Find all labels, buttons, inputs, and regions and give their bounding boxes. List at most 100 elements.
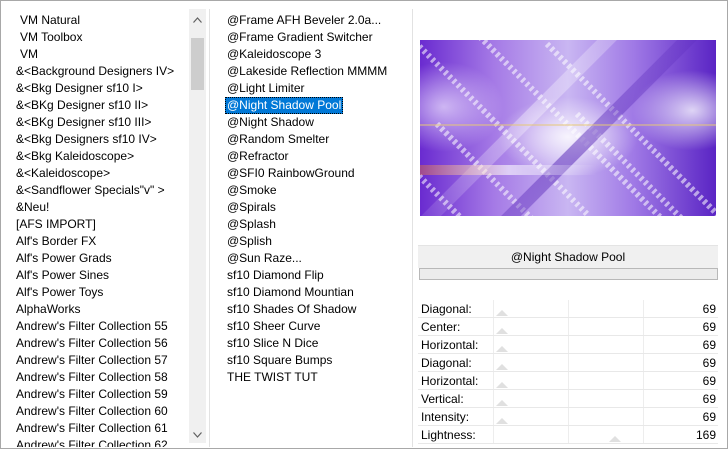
parameter-slider-row[interactable]: Diagonal: 69 bbox=[418, 300, 718, 318]
parameter-slider-row[interactable]: Horizontal: 69 bbox=[418, 336, 718, 354]
category-item[interactable]: &Neu! bbox=[16, 199, 49, 216]
slider-tick bbox=[493, 318, 494, 335]
parameter-slider-row[interactable]: Vertical: 69 bbox=[418, 390, 718, 408]
category-item[interactable]: &<BKg Designer sf10 II> bbox=[16, 97, 148, 114]
filter-item-selected[interactable]: @Night Shadow Pool bbox=[225, 97, 344, 114]
parameter-value: 69 bbox=[702, 302, 716, 316]
slider-thumb[interactable] bbox=[496, 382, 508, 388]
filter-item[interactable]: THE TWIST TUT bbox=[225, 369, 320, 386]
parameter-value: 69 bbox=[702, 374, 716, 388]
parameter-value: 69 bbox=[702, 410, 716, 424]
category-item[interactable]: &<Bkg Kaleidoscope> bbox=[16, 148, 134, 165]
category-item[interactable]: VM Toolbox bbox=[20, 29, 82, 46]
category-item[interactable]: Andrew's Filter Collection 58 bbox=[16, 369, 168, 386]
scroll-up-button[interactable] bbox=[189, 11, 206, 28]
filter-item[interactable]: @Splash bbox=[225, 216, 278, 233]
parameter-slider-row[interactable]: Intensity: 69 bbox=[418, 408, 718, 426]
category-item[interactable]: &<Kaleidoscope> bbox=[16, 165, 110, 182]
slider-tick bbox=[568, 318, 569, 335]
slider-tick bbox=[643, 408, 644, 425]
category-item[interactable]: Alf's Power Sines bbox=[16, 267, 109, 284]
filter-item[interactable]: @Frame Gradient Switcher bbox=[225, 29, 375, 46]
parameter-value: 69 bbox=[702, 338, 716, 352]
category-item[interactable]: Andrew's Filter Collection 62 bbox=[16, 437, 168, 447]
parameter-value: 169 bbox=[695, 428, 716, 442]
filter-item[interactable]: @Night Shadow bbox=[225, 114, 316, 131]
category-item[interactable]: VM bbox=[20, 46, 38, 63]
parameter-label: Diagonal: bbox=[421, 356, 472, 370]
category-scrollbar[interactable] bbox=[189, 9, 206, 443]
scroll-thumb[interactable] bbox=[191, 38, 204, 90]
category-item[interactable]: &<Bkg Designer sf10 I> bbox=[16, 80, 143, 97]
category-item[interactable]: &<BKg Designer sf10 III> bbox=[16, 114, 151, 131]
category-item[interactable]: Andrew's Filter Collection 55 bbox=[16, 318, 168, 335]
filter-list[interactable]: @Frame AFH Beveler 2.0a... @Frame Gradien… bbox=[210, 9, 410, 447]
slider-thumb[interactable] bbox=[496, 364, 508, 370]
slider-thumb[interactable] bbox=[496, 346, 508, 352]
filter-item[interactable]: sf10 Square Bumps bbox=[225, 352, 334, 369]
parameter-slider-row[interactable]: Diagonal: 69 bbox=[418, 354, 718, 372]
slider-tick bbox=[643, 426, 644, 443]
parameter-slider-row[interactable]: Horizontal: 69 bbox=[418, 372, 718, 390]
filter-item[interactable]: @Kaleidoscope 3 bbox=[225, 46, 323, 63]
slider-tick bbox=[643, 390, 644, 407]
parameter-label: Vertical: bbox=[421, 392, 464, 406]
filter-item[interactable]: @Refractor bbox=[225, 148, 291, 165]
filter-item[interactable]: sf10 Sheer Curve bbox=[225, 318, 322, 335]
category-item[interactable]: &<Background Designers IV> bbox=[16, 63, 174, 80]
category-item[interactable]: Andrew's Filter Collection 61 bbox=[16, 420, 168, 437]
slider-tick bbox=[643, 354, 644, 371]
parameter-label: Horizontal: bbox=[421, 338, 479, 352]
scroll-down-button[interactable] bbox=[189, 426, 206, 443]
parameter-label: Diagonal: bbox=[421, 302, 472, 316]
chevron-down-icon bbox=[193, 431, 202, 438]
filter-item[interactable]: sf10 Slice N Dice bbox=[225, 335, 320, 352]
filter-item[interactable]: @Frame AFH Beveler 2.0a... bbox=[225, 12, 383, 29]
category-item[interactable]: AlphaWorks bbox=[16, 301, 80, 318]
slider-thumb[interactable] bbox=[496, 400, 508, 406]
filter-item[interactable]: @Splish bbox=[225, 233, 274, 250]
category-item[interactable]: Alf's Border FX bbox=[16, 233, 96, 250]
slider-tick bbox=[568, 300, 569, 317]
category-item[interactable]: &<Bkg Designers sf10 IV> bbox=[16, 131, 157, 148]
slider-tick bbox=[568, 390, 569, 407]
parameter-value: 69 bbox=[702, 320, 716, 334]
slider-tick bbox=[493, 426, 494, 443]
slider-thumb[interactable] bbox=[496, 328, 508, 334]
category-item[interactable]: &<Sandflower Specials"v" > bbox=[16, 182, 165, 199]
category-item[interactable]: Andrew's Filter Collection 60 bbox=[16, 403, 168, 420]
filter-item[interactable]: sf10 Diamond Mountian bbox=[225, 284, 356, 301]
slider-thumb[interactable] bbox=[496, 418, 508, 424]
filter-item[interactable]: @Lakeside Reflection MMMM bbox=[225, 63, 389, 80]
filter-item[interactable]: sf10 Shades Of Shadow bbox=[225, 301, 358, 318]
filter-item[interactable]: @Smoke bbox=[225, 182, 279, 199]
category-item[interactable]: Alf's Power Grads bbox=[16, 250, 112, 267]
parameter-value: 69 bbox=[702, 392, 716, 406]
slider-thumb[interactable] bbox=[496, 310, 508, 316]
category-item[interactable]: VM Natural bbox=[20, 12, 80, 29]
category-item[interactable]: [AFS IMPORT] bbox=[16, 216, 96, 233]
slider-tick bbox=[568, 372, 569, 389]
slider-thumb[interactable] bbox=[609, 436, 621, 442]
category-item[interactable]: Andrew's Filter Collection 56 bbox=[16, 335, 168, 352]
slider-tick bbox=[493, 300, 494, 317]
category-list[interactable]: VM Natural VM Toolbox VM &<Background Desig… bbox=[1, 9, 189, 447]
category-item[interactable]: Andrew's Filter Collection 57 bbox=[16, 352, 168, 369]
slider-tick bbox=[568, 336, 569, 353]
filter-item[interactable]: @Light Limiter bbox=[225, 80, 307, 97]
filter-item[interactable]: sf10 Diamond Flip bbox=[225, 267, 326, 284]
parameter-slider-row[interactable]: Lightness: 169 bbox=[418, 426, 718, 444]
parameter-label: Lightness: bbox=[421, 428, 476, 442]
parameter-slider-row[interactable]: Center: 69 bbox=[418, 318, 718, 336]
slider-tick bbox=[643, 372, 644, 389]
slider-tick bbox=[493, 408, 494, 425]
chevron-up-icon bbox=[193, 16, 202, 23]
filter-item[interactable]: @Random Smelter bbox=[225, 131, 331, 148]
slider-tick bbox=[568, 408, 569, 425]
category-item[interactable]: Andrew's Filter Collection 59 bbox=[16, 386, 168, 403]
category-item[interactable]: Alf's Power Toys bbox=[16, 284, 103, 301]
settings-separator-bar bbox=[419, 268, 718, 280]
filter-item[interactable]: @SFI0 RainbowGround bbox=[225, 165, 357, 182]
filter-item[interactable]: @Sun Raze... bbox=[225, 250, 304, 267]
filter-item[interactable]: @Spirals bbox=[225, 199, 278, 216]
